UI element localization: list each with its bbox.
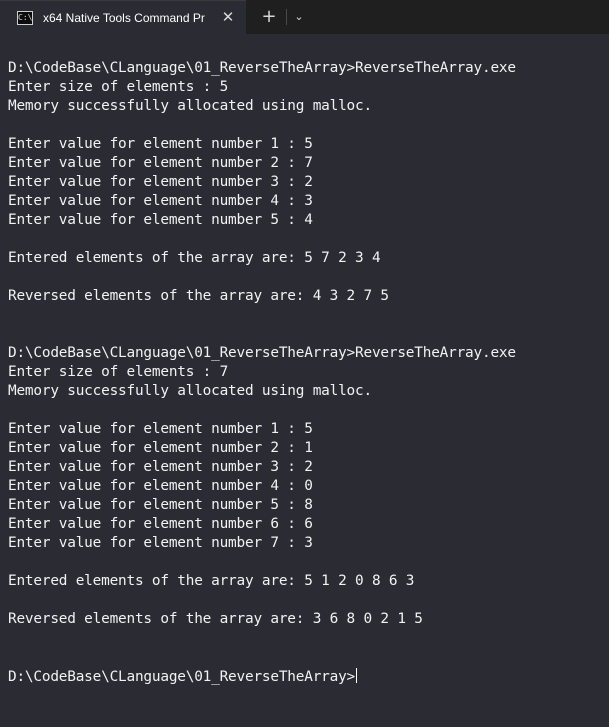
command-prompt-icon: C:\ [17,11,33,25]
console-line: Enter value for element number 5 : 8 [8,497,313,513]
console-line: Enter value for element number 1 : 5 [8,421,313,437]
console-line: Enter size of elements : 5 [8,79,229,95]
console-line: Reversed elements of the array are: 3 6 … [8,611,423,627]
console-line: D:\CodeBase\CLanguage\01_ReverseTheArray… [8,345,516,361]
terminal-window: C:\ x64 Native Tools Command Pr ✕ + ⌄ D:… [0,0,609,727]
console-output[interactable]: D:\CodeBase\CLanguage\01_ReverseTheArray… [8,60,604,710]
console-line: Enter value for element number 2 : 7 [8,155,313,171]
console-line: D:\CodeBase\CLanguage\01_ReverseTheArray… [8,60,516,76]
console-line: Enter value for element number 3 : 2 [8,459,313,475]
console-line: Entered elements of the array are: 5 7 2… [8,250,381,266]
console-line: Reversed elements of the array are: 4 3 … [8,288,389,304]
console-prompt-line[interactable]: D:\CodeBase\CLanguage\01_ReverseTheArray… [8,668,604,687]
console-line: Enter value for element number 4 : 0 [8,478,313,494]
console-line: Memory successfully allocated using mall… [8,383,372,399]
close-tab-icon[interactable]: ✕ [219,8,237,26]
tab-x64-native-tools[interactable]: C:\ x64 Native Tools Command Pr ✕ [0,0,246,34]
console-line: Enter value for element number 2 : 1 [8,440,313,456]
text-cursor [356,668,358,683]
tab-divider [286,9,287,25]
console-line: Enter value for element number 3 : 2 [8,174,313,190]
console-line: Enter value for element number 5 : 4 [8,212,313,228]
console-line: Entered elements of the array are: 5 1 2… [8,573,415,589]
console-line: Enter value for element number 7 : 3 [8,535,313,551]
console-line: Enter size of elements : 7 [8,364,229,380]
new-tab-button[interactable]: + [258,7,280,27]
tab-title: x64 Native Tools Command Pr [43,11,205,25]
console-prompt: D:\CodeBase\CLanguage\01_ReverseTheArray… [8,669,356,685]
console-line: Enter value for element number 4 : 3 [8,193,313,209]
dropdown-chevron-icon[interactable]: ⌄ [291,8,307,26]
console-line: Memory successfully allocated using mall… [8,98,372,114]
title-bar: C:\ x64 Native Tools Command Pr ✕ + ⌄ [0,0,609,34]
console-line: Enter value for element number 6 : 6 [8,516,313,532]
console-line: Enter value for element number 1 : 5 [8,136,313,152]
